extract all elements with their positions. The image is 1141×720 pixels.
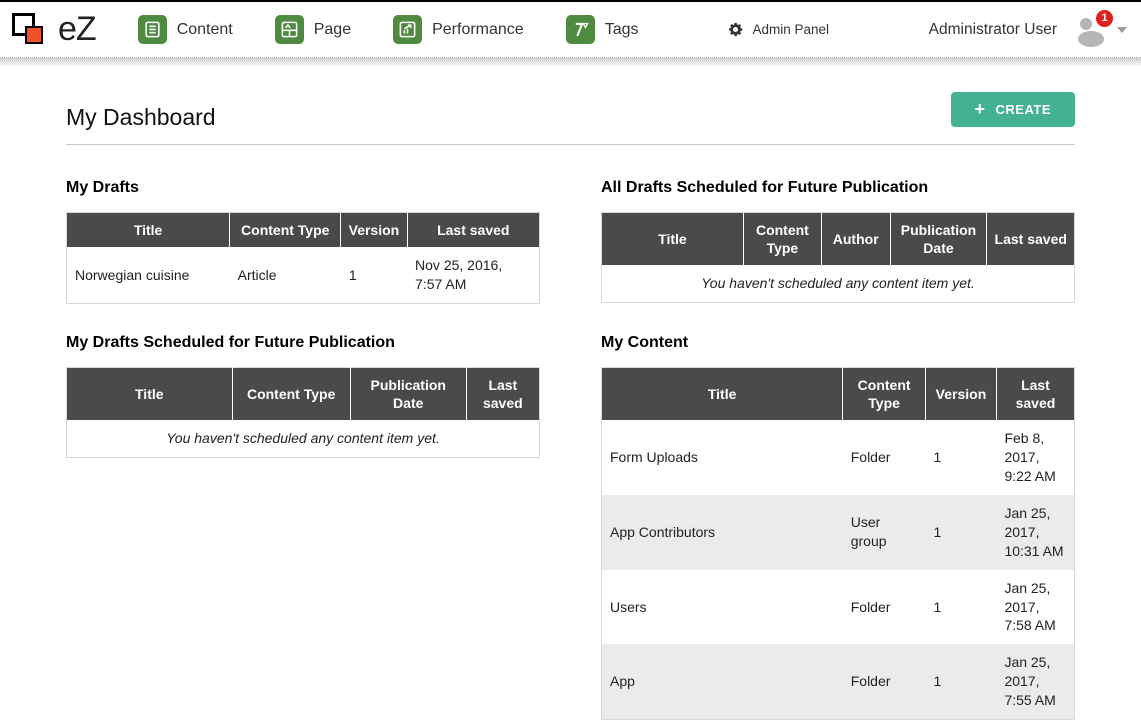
last-saved-cell: Feb 8, 2017, 9:22 AM bbox=[996, 420, 1074, 495]
nav-item-content[interactable]: Content bbox=[138, 15, 233, 44]
column-header: Last saved bbox=[987, 213, 1075, 266]
section-my-drafts-scheduled: My Drafts Scheduled for Future Publicati… bbox=[66, 334, 540, 720]
content-title-cell: App bbox=[602, 644, 843, 719]
column-header: Content Type bbox=[232, 367, 350, 420]
content-title-cell: Form Uploads bbox=[602, 420, 843, 495]
gear-icon bbox=[727, 21, 744, 38]
table-header-row: Title Content Type Version Last saved bbox=[602, 367, 1075, 420]
column-header: Title bbox=[602, 213, 744, 266]
tags-icon bbox=[566, 15, 595, 44]
chevron-down-icon bbox=[1117, 27, 1127, 33]
column-header: Version bbox=[341, 213, 407, 248]
dashboard-grid: My Drafts Title Content Type Version Las… bbox=[66, 179, 1075, 720]
nav-label-tags: Tags bbox=[605, 21, 639, 39]
version-cell: 1 bbox=[926, 570, 997, 645]
last-saved-cell: Jan 25, 2017, 7:58 AM bbox=[996, 570, 1074, 645]
table-header-row: Title Content Type Author Publication Da… bbox=[602, 213, 1075, 266]
empty-row: You haven't scheduled any content item y… bbox=[67, 420, 540, 457]
section-my-drafts: My Drafts Title Content Type Version Las… bbox=[66, 179, 540, 304]
nav-item-performance[interactable]: Performance bbox=[393, 15, 524, 44]
notification-badge: 1 bbox=[1096, 10, 1113, 27]
last-saved-cell: Jan 25, 2017, 7:55 AM bbox=[996, 644, 1074, 719]
section-title-my-content: My Content bbox=[601, 334, 1075, 352]
user-name: Administrator User bbox=[929, 21, 1057, 39]
version-cell: 1 bbox=[926, 495, 997, 570]
column-header: Publication Date bbox=[890, 213, 987, 266]
column-header: Content Type bbox=[843, 367, 926, 420]
ez-logo-icon bbox=[10, 8, 56, 52]
content-type-cell: Article bbox=[230, 247, 341, 303]
top-navigation-bar: eZ Content P bbox=[0, 0, 1141, 58]
section-my-content: My Content Title Content Type Version La… bbox=[601, 334, 1075, 720]
table-row[interactable]: Form Uploads Folder 1 Feb 8, 2017, 9:22 … bbox=[602, 420, 1075, 495]
content-title-cell: Users bbox=[602, 570, 843, 645]
empty-row: You haven't scheduled any content item y… bbox=[602, 265, 1075, 302]
column-header: Last saved bbox=[996, 367, 1074, 420]
empty-message: You haven't scheduled any content item y… bbox=[67, 420, 540, 457]
page-icon bbox=[275, 15, 304, 44]
dashboard-content: My Dashboard + CREATE My Drafts Title Co… bbox=[0, 92, 1141, 720]
table-row[interactable]: Norwegian cuisine Article 1 Nov 25, 2016… bbox=[67, 247, 540, 303]
table-row[interactable]: App Contributors User group 1 Jan 25, 20… bbox=[602, 495, 1075, 570]
column-header: Author bbox=[821, 213, 890, 266]
plus-icon: + bbox=[975, 103, 986, 116]
nav-label-performance: Performance bbox=[432, 21, 524, 39]
content-title-cell: App Contributors bbox=[602, 495, 843, 570]
last-saved-cell: Jan 25, 2017, 10:31 AM bbox=[996, 495, 1074, 570]
nav-item-page[interactable]: Page bbox=[275, 15, 351, 44]
my-drafts-table: Title Content Type Version Last saved No… bbox=[66, 212, 540, 304]
content-type-cell: Folder bbox=[843, 570, 926, 645]
last-saved-cell: Nov 25, 2016, 7:57 AM bbox=[407, 247, 539, 303]
create-button[interactable]: + CREATE bbox=[951, 92, 1076, 127]
table-row[interactable]: Users Folder 1 Jan 25, 2017, 7:58 AM bbox=[602, 570, 1075, 645]
table-row[interactable]: App Folder 1 Jan 25, 2017, 7:55 AM bbox=[602, 644, 1075, 719]
column-header: Content Type bbox=[743, 213, 821, 266]
content-type-cell: Folder bbox=[843, 644, 926, 719]
my-content-table: Title Content Type Version Last saved Fo… bbox=[601, 367, 1075, 720]
page-title: My Dashboard bbox=[66, 104, 216, 131]
section-title-my-drafts-scheduled: My Drafts Scheduled for Future Publicati… bbox=[66, 334, 540, 352]
content-icon bbox=[138, 15, 167, 44]
empty-message: You haven't scheduled any content item y… bbox=[602, 265, 1075, 302]
version-cell: 1 bbox=[341, 247, 407, 303]
performance-icon bbox=[393, 15, 422, 44]
column-header: Title bbox=[602, 367, 843, 420]
column-header: Last saved bbox=[466, 367, 539, 420]
topbar-shadow bbox=[0, 58, 1141, 66]
nav-label-page: Page bbox=[314, 21, 351, 39]
column-header: Title bbox=[67, 367, 233, 420]
section-title-my-drafts: My Drafts bbox=[66, 179, 540, 197]
section-all-drafts-scheduled: All Drafts Scheduled for Future Publicat… bbox=[601, 179, 1075, 304]
version-cell: 1 bbox=[926, 420, 997, 495]
version-cell: 1 bbox=[926, 644, 997, 719]
user-menu[interactable]: 1 bbox=[1073, 13, 1127, 47]
column-header: Title bbox=[67, 213, 230, 248]
avatar: 1 bbox=[1073, 13, 1111, 47]
admin-panel-label: Admin Panel bbox=[753, 22, 830, 37]
all-drafts-scheduled-table: Title Content Type Author Publication Da… bbox=[601, 212, 1075, 303]
ez-logo-text: eZ bbox=[58, 10, 96, 49]
nav-item-tags[interactable]: Tags bbox=[566, 15, 639, 44]
column-header: Content Type bbox=[230, 213, 341, 248]
my-drafts-scheduled-table: Title Content Type Publication Date Last… bbox=[66, 367, 540, 458]
column-header: Last saved bbox=[407, 213, 539, 248]
admin-panel-button[interactable]: Admin Panel bbox=[727, 21, 830, 38]
page-header: My Dashboard + CREATE bbox=[66, 92, 1075, 145]
nav-label-content: Content bbox=[177, 21, 233, 39]
table-header-row: Title Content Type Version Last saved bbox=[67, 213, 540, 248]
main-nav: Content Page bbox=[138, 15, 681, 44]
column-header: Version bbox=[926, 367, 997, 420]
column-header: Publication Date bbox=[350, 367, 466, 420]
table-header-row: Title Content Type Publication Date Last… bbox=[67, 367, 540, 420]
ez-logo[interactable]: eZ bbox=[10, 8, 96, 52]
content-type-cell: User group bbox=[843, 495, 926, 570]
section-title-all-drafts-scheduled: All Drafts Scheduled for Future Publicat… bbox=[601, 179, 1075, 197]
create-button-label: CREATE bbox=[996, 102, 1051, 117]
content-type-cell: Folder bbox=[843, 420, 926, 495]
draft-title-cell: Norwegian cuisine bbox=[67, 247, 230, 303]
